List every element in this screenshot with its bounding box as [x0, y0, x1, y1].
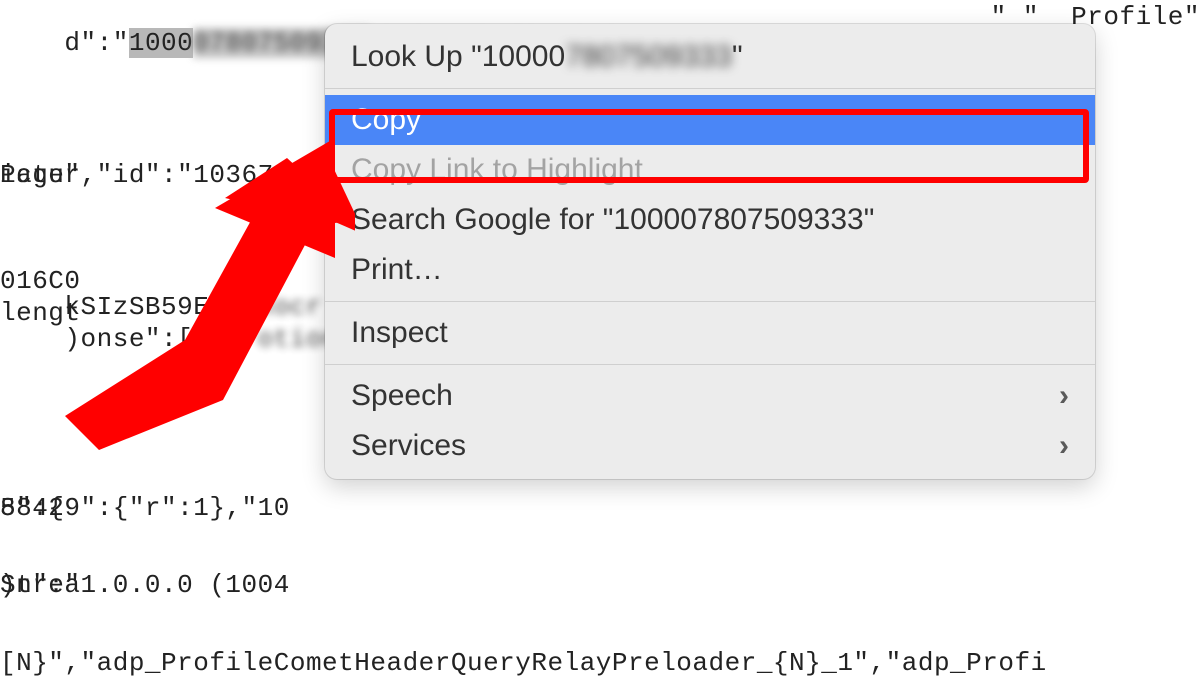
menu-item-copy[interactable]: Copy: [325, 95, 1095, 145]
menu-item-search-google[interactable]: Search Google for "100007807509333": [325, 195, 1095, 245]
menu-separator: [325, 364, 1095, 365]
menu-item-lookup[interactable]: Look Up "100007807509333": [325, 32, 1095, 82]
chevron-right-icon: ›: [1059, 429, 1069, 463]
menu-separator: [325, 88, 1095, 89]
context-menu: Look Up "100007807509333" Copy Copy Link…: [325, 24, 1095, 479]
menu-item-services[interactable]: Services ›: [325, 421, 1095, 471]
menu-item-speech[interactable]: Speech ›: [325, 371, 1095, 421]
menu-separator: [325, 301, 1095, 302]
chevron-right-icon: ›: [1059, 379, 1069, 413]
menu-item-print[interactable]: Print…: [325, 245, 1095, 295]
selected-text[interactable]: 1000: [129, 28, 193, 58]
menu-item-inspect[interactable]: Inspect: [325, 308, 1095, 358]
code-line-7: [N}","adp_ProfileCometHeaderQueryRelayPr…: [0, 650, 1047, 676]
menu-item-copy-link-highlight: Copy Link to Highlight: [325, 145, 1095, 195]
